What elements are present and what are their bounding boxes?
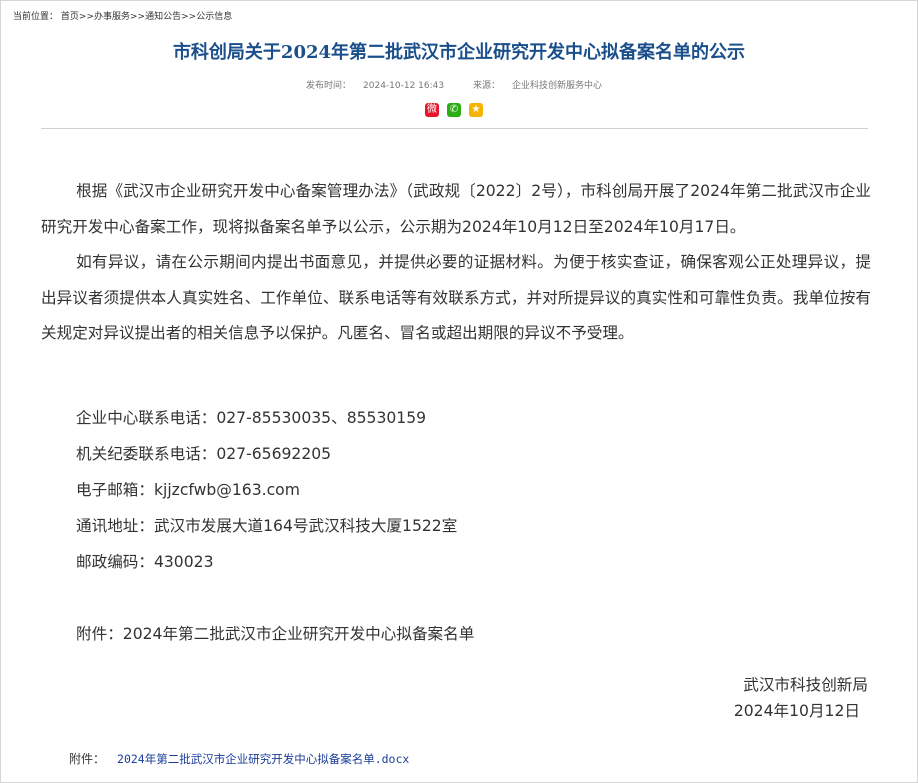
breadcrumb-services[interactable]: 办事服务 bbox=[94, 12, 130, 22]
publish-date: 发布时间： 2024-10-12 16:43 bbox=[306, 78, 444, 91]
breadcrumb-public-info[interactable]: 公示信息 bbox=[196, 12, 232, 22]
weibo-icon[interactable]: 微 bbox=[425, 103, 439, 117]
article-source: 来源： 企业科技创新服务中心 bbox=[473, 78, 602, 91]
article-body: 根据《武汉市企业研究开发中心备案管理办法》（武政规〔2022〕2号），市科创局开… bbox=[41, 174, 871, 352]
paragraph-intro: 根据《武汉市企业研究开发中心备案管理办法》（武政规〔2022〕2号），市科创局开… bbox=[41, 182, 871, 236]
source-label: 来源： bbox=[473, 81, 501, 91]
qzone-icon[interactable]: ★ bbox=[469, 103, 483, 117]
contact-enterprise-phone: 企业中心联系电话：027-85530035、85530159 bbox=[76, 409, 427, 427]
breadcrumb-notices[interactable]: 通知公告 bbox=[145, 12, 181, 22]
wechat-icon[interactable]: ✆ bbox=[447, 103, 461, 117]
page-title: 市科创局关于2024年第二批武汉市企业研究开发中心拟备案名单的公示 bbox=[172, 42, 746, 63]
attachment-download: 附件： 2024年第二批武汉市企业研究开发中心拟备案名单.docx bbox=[69, 750, 409, 767]
paragraph-objection: 如有异议，请在公示期间内提出书面意见，并提供必要的证据材料。为便于核实查证，确保… bbox=[41, 253, 871, 342]
contact-email: 电子邮箱：kjjzcfwb@163.com bbox=[76, 481, 300, 499]
contact-list: 企业中心联系电话：027-85530035、85530159 机关纪委联系电话：… bbox=[76, 403, 457, 583]
breadcrumb-label: 当前位置： bbox=[13, 12, 59, 22]
contact-address: 通讯地址：武汉市发展大道164号武汉科技大厦1522室 bbox=[76, 517, 458, 535]
publish-date-label: 发布时间： bbox=[306, 81, 352, 91]
breadcrumb: 当前位置： 首页>>办事服务>>通知公告>>公示信息 bbox=[13, 9, 232, 22]
divider bbox=[41, 128, 868, 129]
source-value: 企业科技创新服务中心 bbox=[512, 81, 603, 91]
attachment-note: 附件：2024年第二批武汉市企业研究开发中心拟备案名单 bbox=[76, 625, 475, 643]
attachment-label: 附件： bbox=[69, 752, 106, 766]
publish-date-value: 2024-10-12 16:43 bbox=[363, 81, 445, 91]
breadcrumb-separator: >> bbox=[181, 12, 197, 22]
signature-org: 武汉市科技创新局 bbox=[743, 676, 868, 694]
contact-postcode: 邮政编码：430023 bbox=[76, 553, 214, 571]
page-frame bbox=[0, 0, 918, 783]
breadcrumb-home[interactable]: 首页 bbox=[61, 12, 79, 22]
breadcrumb-separator: >> bbox=[130, 12, 146, 22]
signature-date: 2024年10月12日 bbox=[733, 702, 860, 720]
share-bar: 微 ✆ ★ bbox=[425, 103, 483, 117]
attachment-link[interactable]: 2024年第二批武汉市企业研究开发中心拟备案名单.docx bbox=[117, 752, 409, 766]
breadcrumb-separator: >> bbox=[78, 12, 94, 22]
contact-discipline-phone: 机关纪委联系电话：027-65692205 bbox=[76, 445, 332, 463]
